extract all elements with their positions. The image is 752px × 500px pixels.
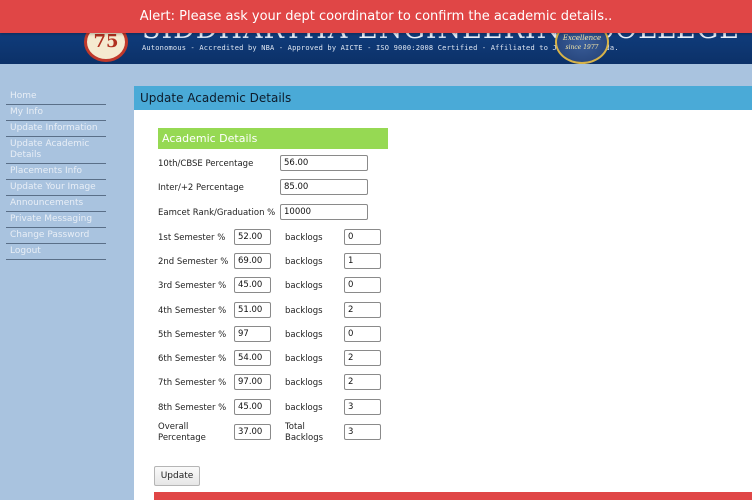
label-sem-5: 5th Semester % — [158, 330, 227, 340]
input-inter-percentage[interactable] — [280, 179, 368, 195]
input-sem-2-backlogs[interactable] — [344, 253, 381, 269]
sidebar-item-placements-info[interactable]: Placements Info — [6, 164, 106, 180]
sidebar-item-update-information[interactable]: Update Information — [6, 121, 106, 137]
sidebar-item-private-messaging[interactable]: Private Messaging — [6, 212, 106, 228]
page-title: Update Academic Details — [134, 86, 752, 110]
label-sem-5-backlogs: backlogs — [285, 330, 323, 340]
input-10th-percentage[interactable] — [280, 155, 368, 171]
section-title: Academic Details — [158, 128, 388, 149]
label-10th-percentage: 10th/CBSE Percentage — [158, 159, 254, 169]
label-sem-4: 4th Semester % — [158, 306, 227, 316]
sidebar-item-home[interactable]: Home — [6, 89, 106, 105]
label-sem-6-backlogs: backlogs — [285, 354, 323, 364]
label-sem-2: 2nd Semester % — [158, 257, 229, 267]
label-sem-1-backlogs: backlogs — [285, 233, 323, 243]
input-overall-percentage[interactable] — [234, 424, 271, 440]
header-spacer — [0, 64, 752, 86]
sidebar-item-update-academic-details[interactable]: Update Academic Details — [6, 137, 106, 164]
alert-banner[interactable]: Alert: Please ask your dept coordinator … — [0, 0, 752, 33]
input-sem-3-backlogs[interactable] — [344, 277, 381, 293]
label-total-backlogs: Backlogs — [285, 433, 324, 443]
sidebar-item-change-password[interactable]: Change Password — [6, 228, 106, 244]
label-eamcet-rank: Eamcet Rank/Graduation % — [158, 208, 276, 218]
label-sem-7: 7th Semester % — [158, 378, 227, 388]
footer-bar — [154, 492, 752, 500]
seal-text-1: Excellence — [562, 34, 602, 42]
input-sem-7-percent[interactable] — [234, 374, 271, 390]
input-sem-3-percent[interactable] — [234, 277, 271, 293]
sidebar-nav: Home My Info Update Information Update A… — [6, 89, 106, 260]
sidebar-item-logout[interactable]: Logout — [6, 244, 106, 260]
main-panel: Update Academic Details Academic Details… — [134, 86, 752, 500]
label-percentage: Percentage — [158, 433, 206, 443]
label-inter-percentage: Inter/+2 Percentage — [158, 183, 244, 193]
input-total-backlogs[interactable] — [344, 424, 381, 440]
label-sem-2-backlogs: backlogs — [285, 257, 323, 267]
label-sem-3-backlogs: backlogs — [285, 281, 323, 291]
label-sem-3: 3rd Semester % — [158, 281, 227, 291]
input-sem-7-backlogs[interactable] — [344, 374, 381, 390]
label-sem-1: 1st Semester % — [158, 233, 226, 243]
input-eamcet-rank[interactable] — [280, 204, 368, 220]
label-sem-4-backlogs: backlogs — [285, 306, 323, 316]
label-overall: Overall — [158, 422, 189, 432]
input-sem-1-percent[interactable] — [234, 229, 271, 245]
input-sem-2-percent[interactable] — [234, 253, 271, 269]
label-sem-6: 6th Semester % — [158, 354, 227, 364]
update-button[interactable]: Update — [154, 466, 200, 486]
label-sem-8: 8th Semester % — [158, 403, 227, 413]
input-sem-6-backlogs[interactable] — [344, 350, 381, 366]
input-sem-5-backlogs[interactable] — [344, 326, 381, 342]
label-sem-7-backlogs: backlogs — [285, 378, 323, 388]
label-sem-8-backlogs: backlogs — [285, 403, 323, 413]
seal-text-2: since 1977 — [565, 44, 599, 51]
input-sem-1-backlogs[interactable] — [344, 229, 381, 245]
sidebar-item-update-your-image[interactable]: Update Your Image — [6, 180, 106, 196]
input-sem-5-percent[interactable] — [234, 326, 271, 342]
input-sem-8-backlogs[interactable] — [344, 399, 381, 415]
college-tagline: Autonomous - Accredited by NBA - Approve… — [142, 44, 619, 52]
sidebar-item-announcements[interactable]: Announcements — [6, 196, 106, 212]
sidebar-item-my-info[interactable]: My Info — [6, 105, 106, 121]
logo-number: 75 — [93, 31, 119, 52]
input-sem-8-percent[interactable] — [234, 399, 271, 415]
label-total: Total — [285, 422, 305, 432]
input-sem-4-percent[interactable] — [234, 302, 271, 318]
input-sem-4-backlogs[interactable] — [344, 302, 381, 318]
input-sem-6-percent[interactable] — [234, 350, 271, 366]
